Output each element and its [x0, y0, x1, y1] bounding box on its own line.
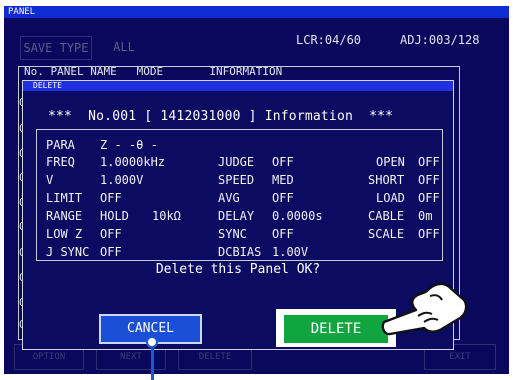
param-value-open: OFF: [418, 155, 440, 169]
param-label-freq: FREQ: [46, 155, 75, 169]
dialog-title: DELETE: [23, 81, 453, 91]
panel-list-header: No. PANEL NAME MODE INFORMATION: [24, 65, 283, 78]
param-value-freq: 1.0000kHz: [100, 155, 166, 169]
param-value-para: Z - -θ -: [100, 138, 158, 152]
param-label-jsync: J SYNC: [46, 245, 90, 259]
param-label-delay: DELAY: [218, 209, 255, 223]
param-label-load: LOAD: [376, 191, 405, 205]
param-value-scale: OFF: [418, 227, 440, 241]
param-label-dcbias: DCBIAS: [218, 245, 262, 259]
adj-counter: ADJ:003/128: [400, 33, 480, 47]
param-label-lowz: LOW Z: [46, 227, 83, 241]
delete-button[interactable]: DELETE: [284, 315, 388, 343]
param-value-limit: OFF: [100, 191, 122, 205]
param-value-speed: MED: [272, 173, 294, 187]
param-value-range-extra: 10kΩ: [152, 209, 181, 223]
lcr-counter: LCR:04/60: [296, 33, 362, 47]
param-label-limit: LIMIT: [46, 191, 83, 205]
window-title: PANEL: [4, 6, 509, 18]
param-label-v: V: [46, 173, 54, 187]
param-label-range: RANGE: [46, 209, 83, 223]
param-label-short: SHORT: [368, 173, 405, 187]
param-label-scale: SCALE: [368, 227, 405, 241]
param-label-judge: JUDGE: [218, 155, 255, 169]
param-value-range: HOLD: [100, 209, 129, 223]
param-value-cable: 0m: [418, 209, 433, 223]
param-value-lowz: OFF: [100, 227, 122, 241]
param-label-para: PARA: [46, 138, 75, 152]
param-value-v: 1.000V: [100, 173, 144, 187]
param-label-open: OPEN: [376, 155, 405, 169]
param-value-load: OFF: [418, 191, 440, 205]
param-label-cable: CABLE: [368, 209, 405, 223]
all-button[interactable]: ALL: [104, 36, 144, 60]
param-value-short: OFF: [418, 173, 440, 187]
param-value-delay: 0.0000s: [272, 209, 323, 223]
panel-screen: PANEL SAVE TYPE ALL LCR:04/60 ADJ:003/12…: [0, 0, 513, 380]
panel-info-heading: *** No.001 [ 1412031000 ] Information **…: [48, 109, 394, 124]
save-type-button[interactable]: SAVE TYPE: [20, 36, 92, 60]
param-value-sync: OFF: [272, 227, 294, 241]
param-label-avg: AVG: [218, 191, 240, 205]
param-value-avg: OFF: [272, 191, 294, 205]
pointing-hand-icon: [381, 282, 468, 336]
param-label-speed: SPEED: [218, 173, 255, 187]
param-label-sync: SYNC: [218, 227, 247, 241]
param-value-jsync: OFF: [100, 245, 122, 259]
param-value-dcbias: 1.00V: [272, 245, 309, 259]
param-value-judge: OFF: [272, 155, 294, 169]
callout-dot: [146, 336, 158, 348]
